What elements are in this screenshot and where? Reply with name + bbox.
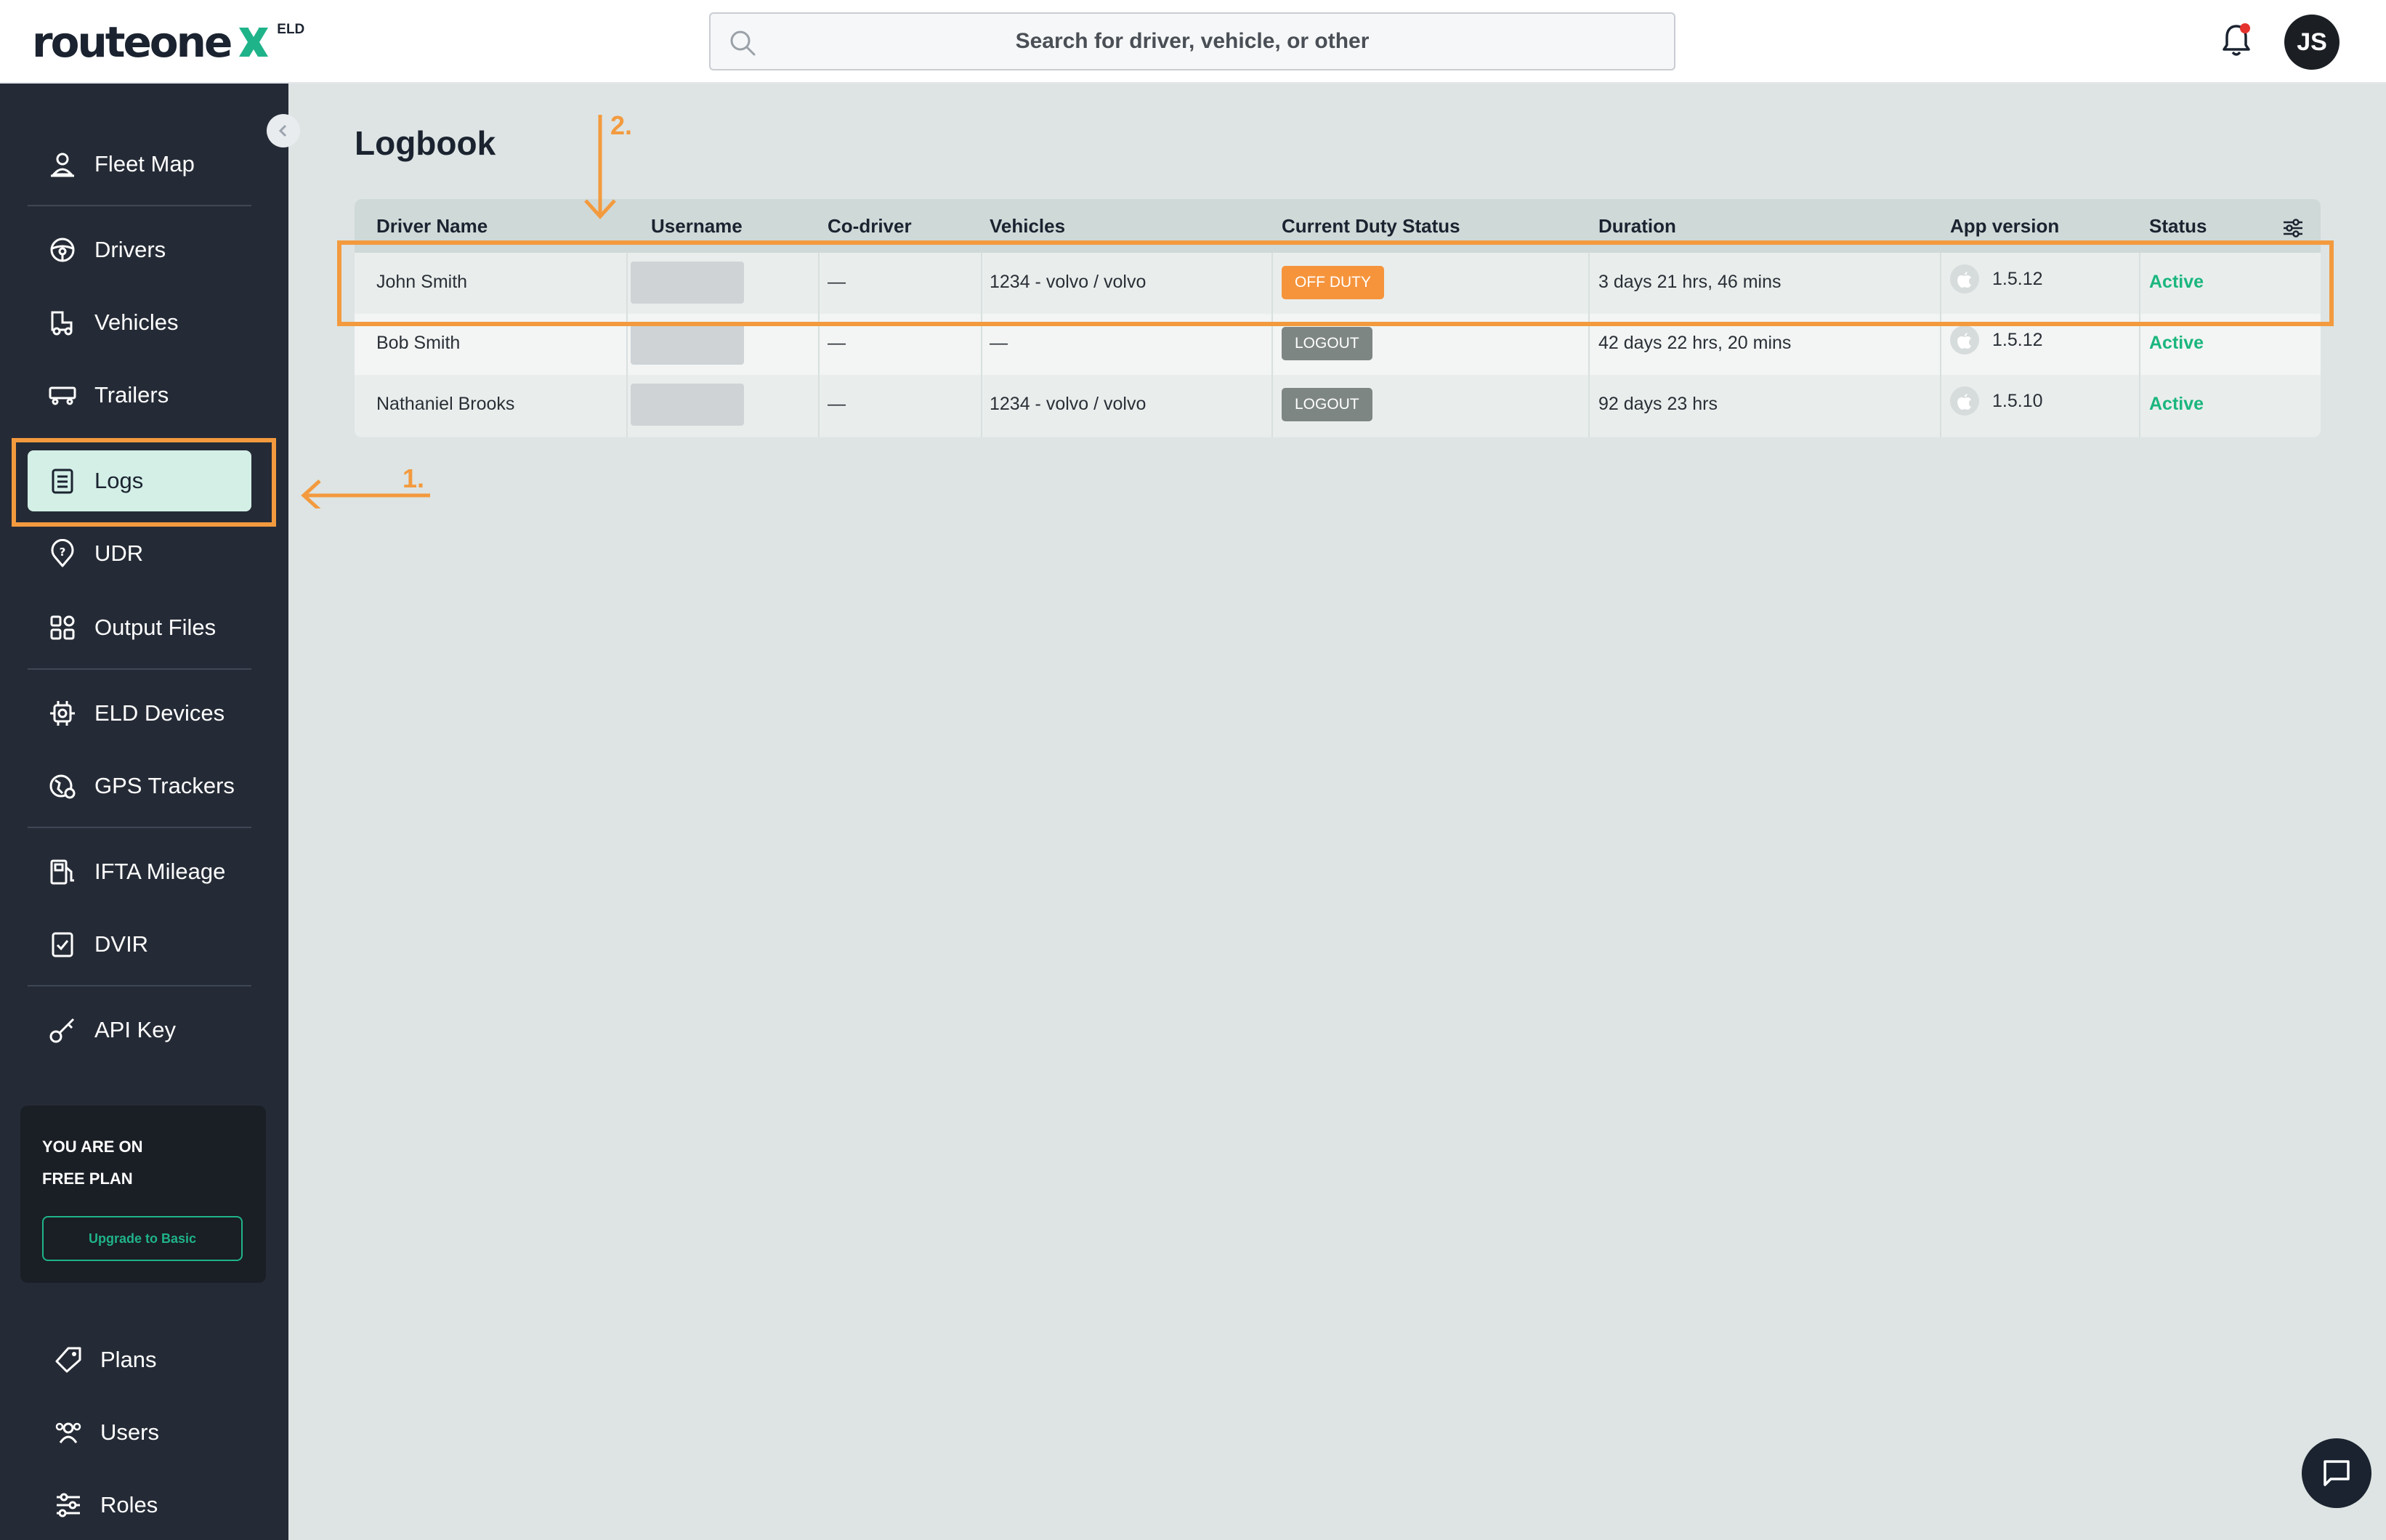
sidebar-item-api-key[interactable]: API Key xyxy=(28,1000,251,1061)
sidebar-item-label: ELD Devices xyxy=(94,700,225,726)
search-input[interactable]: Search for driver, vehicle, or other xyxy=(709,12,1675,70)
duration: 42 days 22 hrs, 20 mins xyxy=(1598,333,1792,353)
sidebar-item-label: UDR xyxy=(94,540,144,566)
duty-status-badge: LOGOUT xyxy=(1282,388,1372,421)
column-header-duration[interactable]: Duration xyxy=(1598,215,1676,238)
sidebar-item-label: Fleet Map xyxy=(94,151,195,177)
plan-line-2: FREE PLAN xyxy=(42,1170,133,1188)
driver-status: Active xyxy=(2149,333,2204,353)
logo-mark-icon xyxy=(239,27,269,57)
page-title: Logbook xyxy=(355,124,496,162)
username-redacted xyxy=(631,323,744,365)
sidebar-item-plans[interactable]: Plans xyxy=(33,1329,257,1390)
driver-name[interactable]: Bob Smith xyxy=(376,333,460,354)
key-icon xyxy=(49,1018,75,1043)
annotation-step-2: 2. xyxy=(610,110,633,140)
gps-icon xyxy=(49,774,76,799)
sidebar-item-vehicles[interactable]: Vehicles xyxy=(28,292,251,353)
routeone-logo[interactable]: routeone ELD xyxy=(32,19,304,65)
svg-text:?: ? xyxy=(60,546,66,559)
search-icon xyxy=(730,31,756,56)
sidebar-item-roles[interactable]: Roles xyxy=(33,1475,257,1536)
sidebar-item-trailers[interactable]: Trailers xyxy=(28,365,251,426)
sidebar-item-ifta-mileage[interactable]: IFTA Mileage xyxy=(28,841,251,902)
sidebar-item-label: Roles xyxy=(100,1492,158,1517)
logs-highlight-box xyxy=(12,438,276,527)
sidebar-item-label: Output Files xyxy=(94,615,217,640)
row-highlight-box xyxy=(337,240,2334,326)
sidebar-item-label: Trailers xyxy=(94,382,169,408)
sidebar-item-label: Users xyxy=(100,1419,159,1445)
sidebar-item-dvir[interactable]: DVIR xyxy=(28,914,251,975)
apple-icon xyxy=(1950,386,1979,416)
sidebar-item-users[interactable]: Users xyxy=(33,1402,257,1463)
sidebar-item-label: IFTA Mileage xyxy=(94,859,226,884)
sidebar-item-label: GPS Trackers xyxy=(94,773,235,798)
truck-icon xyxy=(51,311,73,336)
column-header-username[interactable]: Username xyxy=(651,215,743,238)
trailer-icon xyxy=(49,386,76,405)
chip-icon xyxy=(50,701,75,726)
clipboard-check-icon xyxy=(52,932,73,957)
column-header-co-driver[interactable]: Co-driver xyxy=(828,215,912,238)
column-header-status[interactable]: Status xyxy=(2149,215,2207,238)
sidebar-item-label: DVIR xyxy=(94,931,149,957)
co-driver: — xyxy=(828,394,846,414)
vehicles: — xyxy=(990,333,1008,353)
steering-wheel-icon xyxy=(50,238,75,262)
question-pin-icon: ? xyxy=(51,539,74,567)
user-avatar[interactable]: JS xyxy=(2284,15,2340,70)
upgrade-button[interactable]: Upgrade to Basic xyxy=(42,1216,243,1261)
nav-divider xyxy=(28,827,251,828)
users-icon xyxy=(55,1422,81,1443)
driver-status: Active xyxy=(2149,394,2204,414)
sliders-icon xyxy=(57,1493,80,1517)
map-pin-person-icon xyxy=(51,153,74,177)
sidebar-item-gps-trackers[interactable]: GPS Trackers xyxy=(28,755,251,816)
fuel-icon xyxy=(50,859,74,885)
sidebar-item-eld-devices[interactable]: ELD Devices xyxy=(28,683,251,744)
sidebar-item-label: API Key xyxy=(94,1017,176,1042)
plan-line-1: YOU ARE ON xyxy=(42,1138,143,1156)
duration: 92 days 23 hrs xyxy=(1598,394,1718,414)
plan-card: YOU ARE ON FREE PLAN Upgrade to Basic xyxy=(20,1106,266,1283)
chat-icon xyxy=(2324,1460,2350,1486)
sidebar-item-label: Drivers xyxy=(94,237,166,262)
driver-name[interactable]: Nathaniel Brooks xyxy=(376,394,514,415)
co-driver: — xyxy=(828,333,846,353)
sidebar-item-drivers[interactable]: Drivers xyxy=(28,219,251,280)
username-redacted xyxy=(631,384,744,426)
column-header-vehicles[interactable]: Vehicles xyxy=(990,215,1065,238)
search-placeholder: Search for driver, vehicle, or other xyxy=(1015,29,1370,53)
column-header-driver[interactable]: Driver Name xyxy=(376,215,488,238)
column-header-duty-status[interactable]: Current Duty Status xyxy=(1282,215,1460,238)
app-version: 1.5.12 xyxy=(1992,330,2043,350)
sidebar-item-output-files[interactable]: Output Files xyxy=(28,597,251,658)
tag-icon xyxy=(55,1347,81,1373)
nav-divider xyxy=(28,668,251,670)
duty-status-badge: LOGOUT xyxy=(1282,327,1372,360)
top-header: routeone ELD Search for driver, vehicle,… xyxy=(0,0,2386,84)
app-version: 1.5.10 xyxy=(1992,391,2043,411)
sidebar-item-label: Vehicles xyxy=(94,309,179,335)
bell-icon[interactable] xyxy=(2220,22,2252,58)
vehicles: 1234 - volvo / volvo xyxy=(990,394,1147,414)
chevron-left-icon xyxy=(278,124,287,137)
nav-divider xyxy=(28,985,251,986)
sidebar-item-udr[interactable]: ? UDR xyxy=(28,523,251,584)
logo-eld-suffix: ELD xyxy=(277,22,305,37)
sidebar-item-label: Plans xyxy=(100,1347,157,1372)
logo-text: routeone xyxy=(32,17,232,67)
nav-divider xyxy=(28,205,251,206)
column-header-app-version[interactable]: App version xyxy=(1950,215,2059,238)
collapse-sidebar-button[interactable] xyxy=(267,114,300,147)
apple-icon xyxy=(1950,325,1979,354)
sidebar-item-fleet-map[interactable]: Fleet Map xyxy=(28,134,251,195)
table-row[interactable]: Nathaniel Brooks — 1234 - volvo / volvo … xyxy=(355,375,2321,436)
annotation-step-1: 1. xyxy=(403,463,425,493)
grid-icon xyxy=(50,615,75,640)
chat-button[interactable] xyxy=(2302,1438,2371,1508)
column-settings-icon[interactable] xyxy=(2281,216,2305,240)
